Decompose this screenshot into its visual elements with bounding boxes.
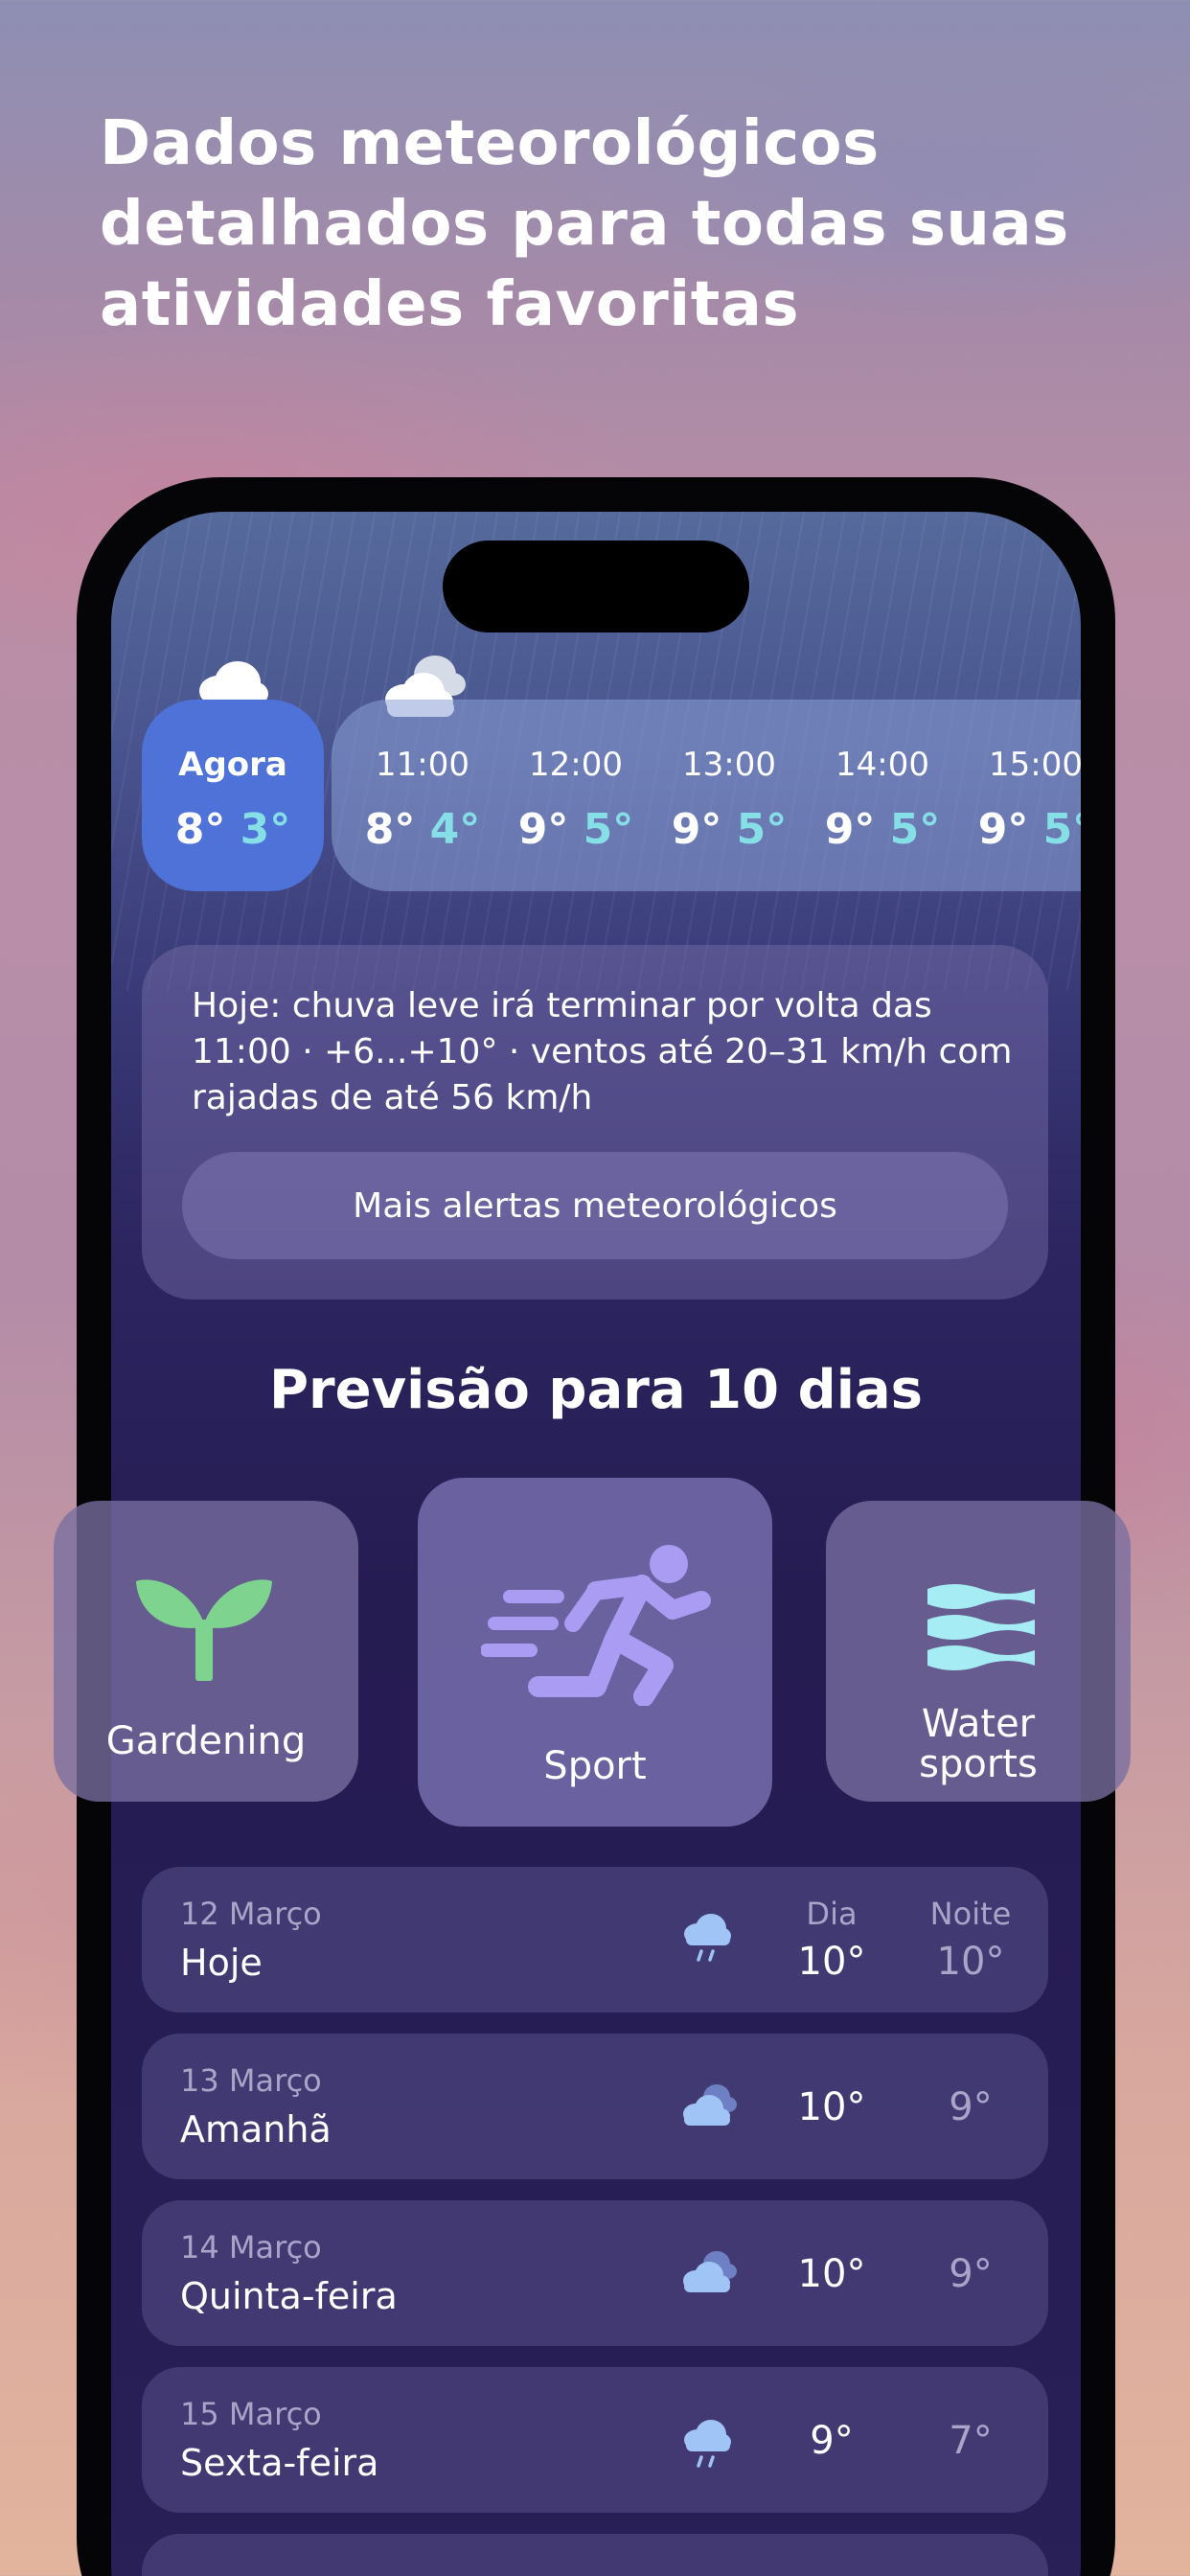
forecast-day: Hoje [180,1942,263,1984]
running-person-icon [481,1545,711,1706]
night-temp: 9° [949,2252,993,2296]
hour-feels-temp: 5° [736,805,788,854]
cloudy-icon [683,2251,737,2292]
night-column-header: Noite [929,1896,1012,1932]
hour-temp: 9° [671,805,722,854]
hour-feels-temp: 5° [1042,805,1081,854]
hour-time: Agora [178,746,287,784]
forecast-date: 14 Março [180,2229,322,2266]
rain-cloud-icon [684,1914,731,1962]
hour-item[interactable]: 11:00 8° 4° [351,700,494,891]
hour-temp: 9° [517,805,569,854]
waves-icon [927,1584,1035,1670]
dynamic-island [443,540,749,632]
alert-text: Hoje: chuva leve irá terminar por volta … [192,986,1013,1117]
hour-temp: 8° [174,805,226,854]
forecast-row[interactable]: 15 Março Sexta-feira 9° 7° [142,2367,1048,2513]
night-temp: 9° [949,2085,993,2129]
hour-time: 11:00 [376,746,469,784]
hour-feels-temp: 5° [583,805,634,854]
forecast-date: 13 Março [180,2062,322,2099]
hour-feels-temp: 5° [889,805,941,854]
more-alerts-button[interactable]: Mais alertas meteorológicos [182,1152,1008,1259]
forecast-row[interactable]: 13 Março Amanhã 10° 9° [142,2034,1048,2179]
hour-item[interactable]: 12:00 9° 5° [504,700,648,891]
hour-time: 13:00 [682,746,776,784]
day-temp: 10° [797,1940,866,1984]
hour-time: 14:00 [835,746,929,784]
sprout-icon [136,1579,272,1681]
activity-label-line1: Water [921,1702,1036,1746]
hour-item-now[interactable]: Agora 8° 3° [161,700,305,891]
hour-item[interactable]: 14:00 9° 5° [811,700,954,891]
day-temp: 9° [810,2419,854,2463]
forecast-date: 12 Março [180,1896,322,1932]
weather-alert-card: Hoje: chuva leve irá terminar por volta … [142,945,1048,1300]
night-temp: 10° [936,1940,1005,1984]
hour-feels-temp: 4° [429,805,481,854]
forecast-section-title: Previsão para 10 dias [268,1359,924,1421]
forecast-row[interactable]: 14 Março Quinta-feira 10° 9° [142,2200,1048,2346]
activity-card-water-sports[interactable]: Water sports [826,1501,1131,1802]
rain-cloud-icon [684,2420,731,2468]
hour-temp: 9° [977,805,1029,854]
cloudy-icon [683,2084,737,2126]
activity-label-line2: sports [919,1742,1038,1786]
hour-time: 15:00 [989,746,1081,784]
forecast-row-partial[interactable] [142,2534,1048,2576]
night-temp: 7° [949,2419,993,2463]
forecast-date: 15 Março [180,2396,322,2432]
activity-card-gardening[interactable]: Gardening [54,1501,358,1802]
hour-temp: 9° [824,805,876,854]
promo-headline: Dados meteorológicos detalhados para tod… [100,108,1069,340]
hour-time: 12:00 [529,746,623,784]
hour-temp: 8° [364,805,416,854]
forecast-day: Amanhã [180,2108,332,2150]
forecast-day: Sexta-feira [180,2442,379,2484]
hour-item[interactable]: 13:00 9° 5° [657,700,801,891]
activity-label: Sport [543,1744,647,1788]
day-column-header: Dia [806,1896,858,1932]
day-temp: 10° [797,2252,866,2296]
forecast-day: Quinta-feira [180,2275,398,2317]
activity-label: Gardening [105,1719,307,1763]
hour-item[interactable]: 15:00 9° 5° [964,700,1081,891]
forecast-row[interactable]: 12 Março Hoje Dia Noite 10° 10° [142,1867,1048,2012]
activity-card-sport[interactable]: Sport [418,1478,772,1827]
day-temp: 10° [797,2085,866,2129]
hour-feels-temp: 3° [240,805,291,854]
